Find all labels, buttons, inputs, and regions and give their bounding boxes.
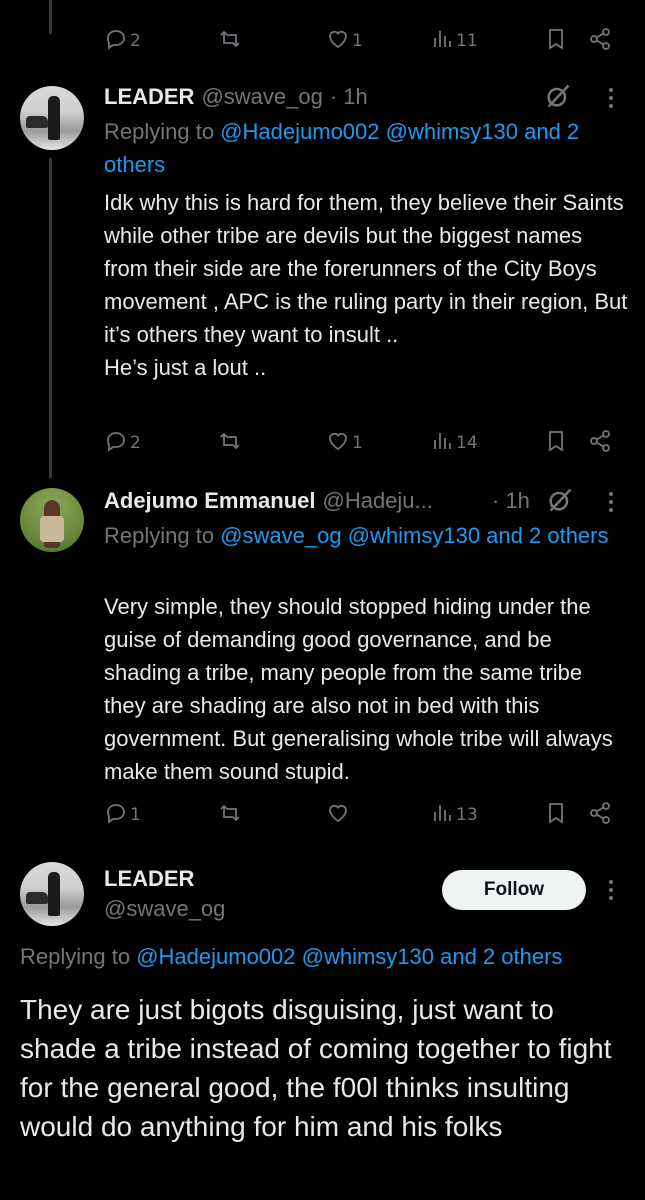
author-handle[interactable]: @swave_og [201, 84, 322, 109]
tweet0-actions: 2 1 11 [104, 26, 624, 56]
views-button[interactable]: 14 [430, 429, 478, 458]
replying-to: Replying to @Hadejumo002 @whimsy130 and … [104, 115, 624, 181]
views-count: 13 [456, 805, 478, 825]
reply-button[interactable]: 2 [104, 27, 141, 56]
replying-prefix: Replying to [20, 944, 137, 969]
reply-icon [104, 801, 128, 830]
views-icon [430, 801, 454, 830]
reply-count: 2 [130, 31, 141, 51]
tweet1-actions: 2 1 14 [104, 428, 624, 458]
repost-icon [218, 27, 242, 56]
bookmark-button[interactable] [544, 429, 568, 458]
reply-icon [104, 27, 128, 56]
replying-prefix: Replying to [104, 119, 221, 144]
views-count: 14 [456, 433, 478, 453]
tweet1-header: LEADER @swave_og · 1h [104, 84, 368, 110]
views-icon [430, 429, 454, 458]
repost-button[interactable] [218, 429, 242, 458]
main-tweet-body: They are just bigots disguising, just wa… [20, 994, 612, 1142]
more-options-icon[interactable] [606, 488, 616, 516]
bookmark-button[interactable] [544, 27, 568, 56]
replying-mentions[interactable]: @swave_og @whimsy130 and 2 others [220, 523, 608, 548]
more-options-icon[interactable] [606, 84, 616, 112]
repost-button[interactable] [218, 801, 242, 830]
like-button[interactable]: 1 [326, 429, 363, 458]
author-name[interactable]: Adejumo Emmanuel [104, 488, 315, 513]
heart-icon [326, 429, 350, 458]
timestamp[interactable]: · 1h [492, 488, 530, 514]
repost-icon [218, 801, 242, 830]
bookmark-icon [544, 801, 568, 830]
views-count: 11 [456, 31, 478, 51]
like-button[interactable]: 1 [326, 27, 363, 56]
timestamp[interactable]: · 1h [330, 84, 368, 109]
replying-prefix: Replying to [104, 523, 221, 548]
heart-icon [326, 27, 350, 56]
author-name[interactable]: LEADER [104, 866, 194, 892]
repost-icon [218, 429, 242, 458]
repost-button[interactable] [218, 27, 242, 56]
grok-icon[interactable] [546, 486, 574, 514]
replying-to: Replying to @swave_og @whimsy130 and 2 o… [104, 519, 624, 552]
views-icon [430, 27, 454, 56]
avatar-leader-main[interactable] [20, 862, 84, 926]
share-icon [588, 27, 612, 56]
follow-button[interactable]: Follow [442, 870, 586, 910]
bookmark-icon [544, 27, 568, 56]
share-icon [588, 429, 612, 458]
thread-line-top [49, 0, 52, 34]
tweet2-actions: 1 13 [104, 800, 624, 830]
reply-count: 2 [130, 433, 141, 453]
like-count: 1 [352, 433, 363, 453]
more-options-icon[interactable] [606, 876, 616, 904]
reply-icon [104, 429, 128, 458]
replying-mentions[interactable]: @Hadejumo002 @whimsy130 and 2 others [136, 944, 562, 969]
tweet-body: Very simple, they should stopped hiding … [104, 594, 613, 784]
like-count: 1 [352, 31, 363, 51]
replying-to: Replying to @Hadejumo002 @whimsy130 and … [20, 944, 562, 970]
avatar-leader[interactable] [20, 86, 84, 150]
share-icon [588, 801, 612, 830]
bookmark-button[interactable] [544, 801, 568, 830]
share-button[interactable] [588, 27, 612, 56]
bookmark-icon [544, 429, 568, 458]
avatar-adejumo[interactable] [20, 488, 84, 552]
author-handle[interactable]: @Hadeju... [322, 488, 432, 513]
author-name[interactable]: LEADER [104, 84, 194, 109]
heart-icon [326, 801, 350, 830]
reply-button[interactable]: 2 [104, 429, 141, 458]
reply-count: 1 [130, 805, 141, 825]
views-button[interactable]: 13 [430, 801, 478, 830]
author-handle[interactable]: @swave_og [104, 896, 225, 922]
share-button[interactable] [588, 429, 612, 458]
reply-button[interactable]: 1 [104, 801, 141, 830]
tweet2-header: Adejumo Emmanuel @Hadeju... [104, 488, 433, 514]
thread-line [49, 158, 52, 478]
grok-icon[interactable] [544, 82, 572, 110]
views-button[interactable]: 11 [430, 27, 478, 56]
like-button[interactable] [326, 801, 350, 830]
share-button[interactable] [588, 801, 612, 830]
tweet-body: Idk why this is hard for them, they beli… [104, 190, 628, 380]
